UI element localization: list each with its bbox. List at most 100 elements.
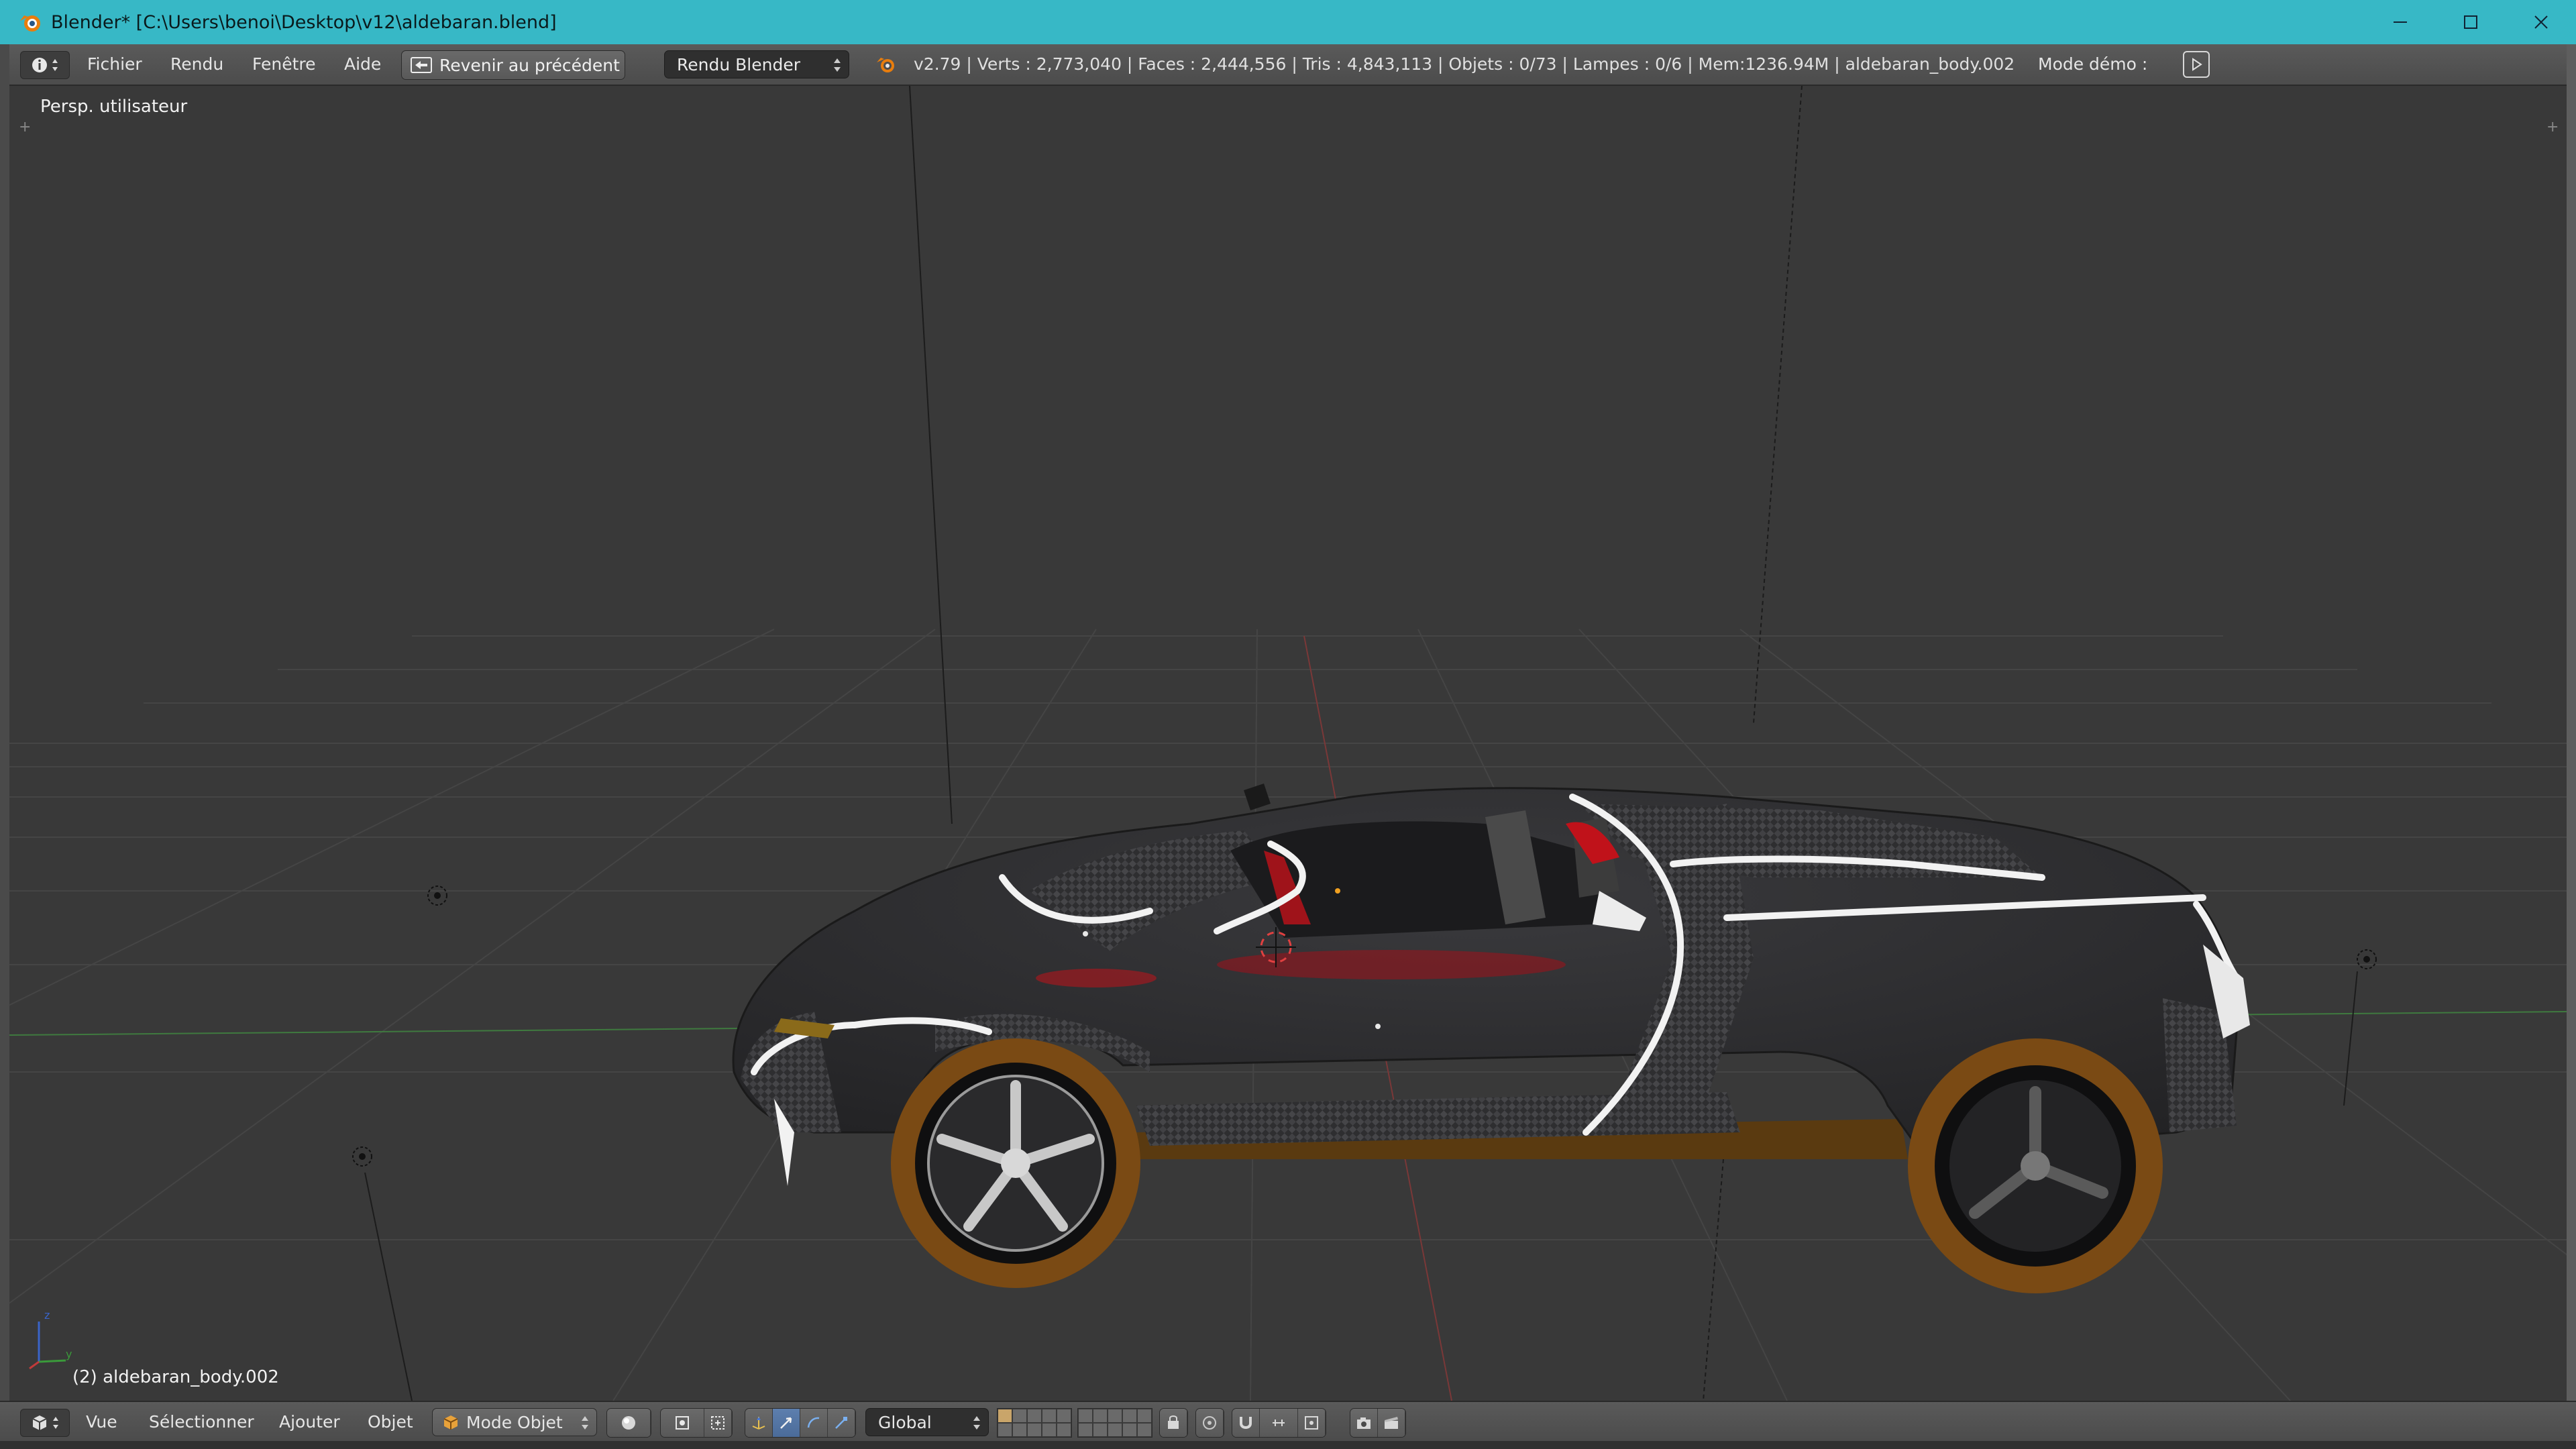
layer-button[interactable] [1108,1409,1122,1423]
region-toggle-right[interactable]: + [2546,119,2559,136]
menu-ajouter[interactable]: Ajouter [279,1412,340,1432]
lamp-icon[interactable] [427,885,447,906]
svg-text:y: y [66,1348,72,1360]
layer-button[interactable] [1122,1409,1137,1423]
3d-viewport[interactable]: z y + + Persp. utilisateur (2) aldebaran… [9,86,2567,1401]
menu-rendu[interactable]: Rendu [170,54,223,74]
layer-button[interactable] [1012,1409,1027,1423]
camera-icon [1357,1417,1371,1429]
translate-tool[interactable] [773,1409,800,1437]
local-layers-toggle[interactable] [1160,1409,1187,1437]
manipulator-icon [752,1417,765,1430]
window-bottom-edge [0,1441,2576,1449]
layer-button[interactable] [1078,1409,1093,1423]
window-title: Blender* [C:\Users\benoi\Desktop\v12\ald… [51,11,557,33]
layer-button[interactable] [998,1423,1012,1437]
close-button[interactable] [2506,0,2576,44]
rear-wheel [1908,1038,2163,1293]
viewport-shading-select[interactable] [606,1408,651,1438]
scene-layers-1[interactable] [997,1408,1072,1438]
pivot-select[interactable] [660,1408,733,1438]
opengl-render-image-button[interactable] [1350,1409,1378,1437]
revert-button-label: Revenir au précédent [439,55,620,75]
rotate-arc-icon [807,1417,820,1428]
interaction-mode-value: Mode Objet [466,1412,563,1432]
translate-arrow-icon [780,1417,792,1429]
transform-orientation-select[interactable]: Global [865,1408,989,1436]
car-model[interactable] [732,784,2250,1293]
layer-button[interactable] [1042,1409,1057,1423]
layer-button[interactable] [1027,1423,1042,1437]
snap-toggle[interactable] [1232,1409,1260,1437]
info-header: Fichier Rendu Fenêtre Aide Revenir au pr… [0,44,2576,86]
updown-arrows-icon [973,1416,980,1430]
front-wheel [891,1038,1140,1288]
snap-tools[interactable] [1232,1408,1326,1438]
layer-button[interactable] [1093,1409,1108,1423]
pivot-button[interactable] [661,1409,704,1437]
lamp-icon[interactable] [2357,949,2377,969]
pivot-icon [676,1416,689,1430]
clapperboard-icon [1385,1417,1398,1429]
manipulator-toggle[interactable] [745,1409,773,1437]
opengl-render-animation-button[interactable] [1378,1409,1405,1437]
layer-button[interactable] [998,1409,1012,1423]
maximize-button[interactable] [2435,0,2506,44]
info-icon [32,58,47,72]
updown-arrows-icon [53,1417,58,1429]
revert-button[interactable]: Revenir au précédent [401,50,625,80]
snap-element-select[interactable] [1260,1409,1298,1437]
layer-button[interactable] [1012,1423,1027,1437]
scene-statistics: v2.79 | Verts : 2,773,040 | Faces : 2,44… [914,54,2015,74]
object-origin [1335,888,1340,894]
scene-layers-2[interactable] [1077,1408,1152,1438]
layer-button[interactable] [1042,1423,1057,1437]
proportional-edit-button[interactable] [1195,1408,1224,1438]
layer-button[interactable] [1057,1423,1071,1437]
axis-gizmo: z y [29,1309,72,1370]
minimize-button[interactable] [2365,0,2435,44]
transform-orientation-value: Global [878,1412,932,1432]
region-toggle-left[interactable]: + [19,119,31,136]
bounding-box-icon [711,1416,724,1430]
manipulator-tools[interactable] [745,1408,856,1438]
proportional-edit-toggle[interactable] [1196,1409,1224,1437]
layer-button[interactable] [1108,1423,1122,1437]
editor-type-button[interactable] [20,1409,70,1437]
layer-lock-button[interactable] [1159,1408,1188,1438]
scale-arrow-icon [835,1417,847,1429]
layer-button[interactable] [1078,1423,1093,1437]
updown-arrows-icon [582,1416,588,1430]
editor-type-button[interactable] [20,51,70,79]
layer-button[interactable] [1093,1423,1108,1437]
minimize-icon [2393,21,2407,23]
render-engine-select[interactable]: Rendu Blender [664,50,849,78]
blender-logo-icon [877,58,894,72]
lamp-icon[interactable] [352,1146,372,1167]
scale-tool[interactable] [828,1409,855,1437]
layer-button[interactable] [1057,1409,1071,1423]
shading-button[interactable] [607,1409,651,1437]
layer-button[interactable] [1122,1423,1137,1437]
pivot-center-button[interactable] [704,1409,732,1437]
window-title-bar: Blender* [C:\Users\benoi\Desktop\v12\ald… [0,0,2576,44]
menu-aide[interactable]: Aide [344,54,381,74]
lock-layers-icon [1168,1415,1179,1429]
layer-button[interactable] [1137,1423,1152,1437]
render-buttons[interactable] [1350,1408,1406,1438]
interaction-mode-select[interactable]: Mode Objet [432,1408,597,1436]
menu-fichier[interactable]: Fichier [87,54,142,74]
menu-fenetre[interactable]: Fenêtre [252,54,316,74]
right-window-edge [2567,44,2576,1449]
snap-target-icon [1305,1416,1318,1430]
snap-target-button[interactable] [1298,1409,1326,1437]
layer-button[interactable] [1137,1409,1152,1423]
menu-objet[interactable]: Objet [368,1412,413,1432]
layer-button[interactable] [1027,1409,1042,1423]
menu-selectionner[interactable]: Sélectionner [149,1412,254,1432]
svg-text:z: z [44,1309,50,1322]
rotate-tool[interactable] [800,1409,828,1437]
viewport-scene: z y + + [9,86,2567,1401]
demo-play-button[interactable] [2183,51,2210,78]
menu-vue[interactable]: Vue [86,1412,117,1432]
